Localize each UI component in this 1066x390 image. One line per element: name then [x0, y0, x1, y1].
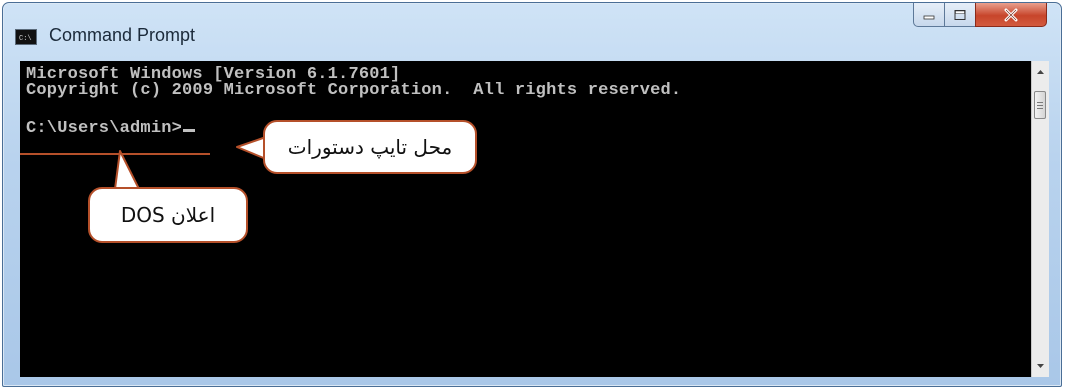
scroll-down-button[interactable]: [1032, 357, 1049, 374]
maximize-button[interactable]: [944, 3, 976, 27]
minimize-button[interactable]: [913, 3, 945, 27]
grip-line: [1037, 108, 1043, 109]
title-bar[interactable]: C:\ Command Prompt: [3, 3, 1061, 61]
callout-pointer-dos-prompt: [114, 150, 140, 190]
scroll-thumb[interactable]: [1034, 91, 1046, 119]
grip-line: [1037, 105, 1043, 106]
command-prompt-text: C:\Users\admin>: [26, 119, 183, 138]
callout-dos-prompt: اعلان DOS: [88, 187, 248, 243]
arrow-down-icon: [1037, 364, 1044, 368]
minimize-icon: [923, 15, 935, 19]
vertical-scrollbar[interactable]: [1031, 61, 1049, 377]
close-icon: [1004, 8, 1018, 21]
maximize-icon: [954, 9, 966, 20]
close-button[interactable]: [975, 3, 1047, 27]
text-cursor: [183, 129, 196, 132]
console-prompt-line[interactable]: C:\Users\admin>: [26, 119, 196, 138]
svg-text:C:\: C:\: [19, 35, 32, 42]
grip-line: [1037, 102, 1043, 103]
scroll-up-button[interactable]: [1032, 64, 1049, 81]
window-title: Command Prompt: [49, 25, 196, 45]
console-line-copyright: Copyright (c) 2009 Microsoft Corporation…: [26, 81, 682, 100]
cmd-icon[interactable]: C:\: [15, 29, 37, 45]
arrow-up-icon: [1037, 70, 1044, 74]
callout-command-typing-area: محل تایپ دستورات: [263, 120, 477, 174]
